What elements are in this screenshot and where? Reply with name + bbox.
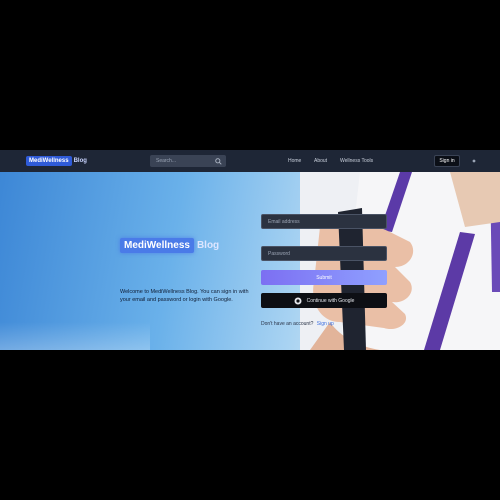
brand-suffix: Blog [73, 158, 87, 164]
nav-link-about[interactable]: About [314, 158, 327, 164]
search-icon[interactable] [213, 156, 223, 166]
hero-section: MediWellness Blog Welcome to MediWellnes… [0, 172, 500, 350]
app-window: MediWellness Blog Search... Home About W… [0, 150, 500, 350]
menu-icon[interactable] [471, 158, 477, 164]
signup-link[interactable]: Sign up [317, 321, 334, 327]
sign-in-button[interactable]: Sign in [434, 155, 460, 167]
hero-glow [0, 322, 150, 350]
hero-description: Welcome to MediWellness Blog. You can si… [120, 289, 249, 303]
google-icon [294, 297, 302, 305]
brand-logo[interactable]: MediWellness Blog [26, 155, 87, 167]
nav-link-wellness-tools[interactable]: Wellness Tools [340, 158, 373, 164]
google-login-button[interactable]: Continue with Google [261, 293, 387, 308]
google-login-label: Continue with Google [306, 297, 355, 304]
email-field[interactable]: Email address [261, 214, 387, 229]
signup-prompt-row: Don't have an account? Sign up [261, 321, 334, 327]
hero-title: MediWellness Blog [120, 238, 219, 253]
nav-link-home[interactable]: Home [288, 158, 301, 164]
password-field[interactable]: Password [261, 246, 387, 261]
submit-button[interactable]: Submit [261, 270, 387, 285]
hero-title-suffix: Blog [196, 240, 220, 251]
search-input[interactable]: Search... [156, 158, 213, 164]
navbar: MediWellness Blog Search... Home About W… [0, 150, 500, 172]
search-bar[interactable]: Search... [150, 155, 226, 167]
brand-name: MediWellness [26, 156, 72, 166]
signup-prompt: Don't have an account? [261, 321, 314, 327]
hero-title-brand: MediWellness [120, 238, 194, 253]
